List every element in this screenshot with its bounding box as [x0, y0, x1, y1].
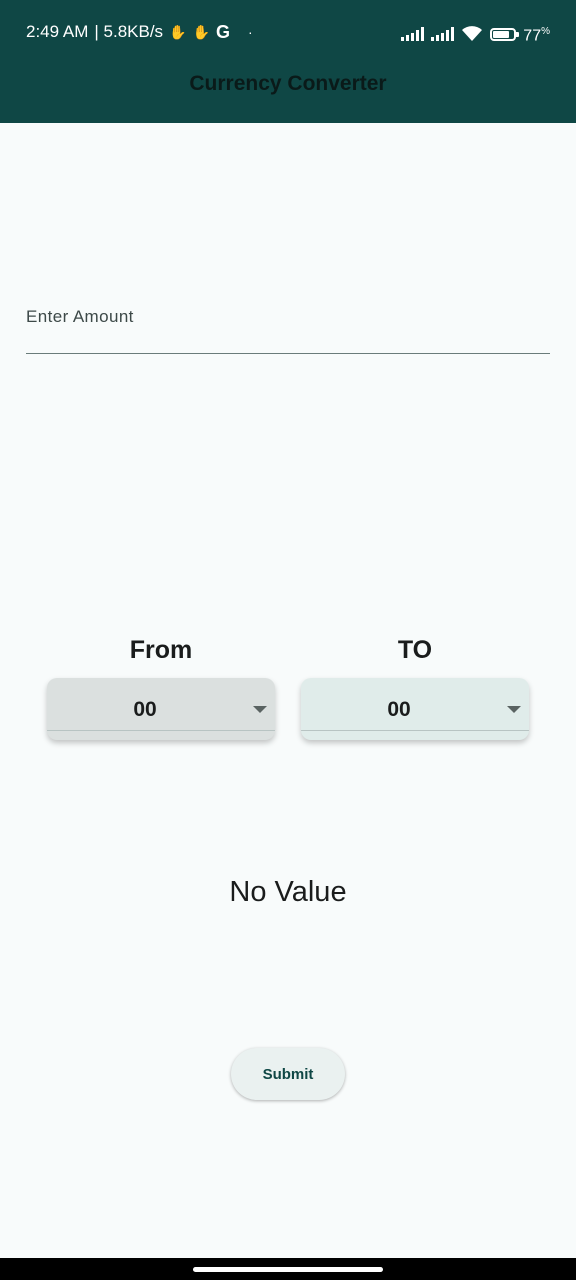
app-bar: 2:49 AM | 5.8KB/s ✋ ✋ G · 77% Currency C…	[0, 0, 576, 123]
battery-icon	[490, 27, 520, 41]
to-currency-value: 00	[387, 698, 411, 721]
navigation-bar	[0, 1258, 576, 1280]
hand-shield-icon-2: ✋	[192, 24, 210, 40]
notification-dot: ·	[247, 24, 253, 40]
wifi-icon	[462, 26, 483, 42]
dropdown-arrow-icon	[507, 706, 521, 713]
dropdown-arrow-icon	[253, 706, 267, 713]
signal-icon-2	[431, 27, 455, 42]
from-currency-dropdown[interactable]: 00	[47, 678, 275, 740]
status-right: 77%	[401, 21, 550, 47]
from-currency-value: 00	[133, 698, 157, 721]
hand-shield-icon: ✋	[169, 24, 187, 40]
status-bar: 2:49 AM | 5.8KB/s ✋ ✋ G · 77%	[0, 0, 576, 64]
from-label: From	[129, 636, 193, 664]
gesture-handle[interactable]	[193, 1267, 383, 1272]
status-time: 2:49 AM	[26, 22, 89, 41]
dropdown-underline	[301, 730, 529, 731]
amount-input[interactable]	[26, 292, 550, 353]
conversion-result: No Value	[229, 876, 347, 908]
submit-button[interactable]: Submit	[231, 1048, 345, 1100]
google-icon: G	[215, 22, 230, 42]
dropdown-underline	[47, 730, 275, 731]
to-currency-dropdown[interactable]: 00	[301, 678, 529, 740]
amount-field[interactable]	[26, 292, 550, 354]
status-left: 2:49 AM | 5.8KB/s ✋ ✋ G ·	[26, 21, 253, 43]
signal-icon	[401, 27, 425, 42]
app-title: Currency Converter	[189, 72, 387, 95]
to-label: TO	[397, 636, 433, 664]
battery-percent: 77%	[523, 26, 550, 45]
network-speed: | 5.8KB/s	[94, 22, 164, 41]
